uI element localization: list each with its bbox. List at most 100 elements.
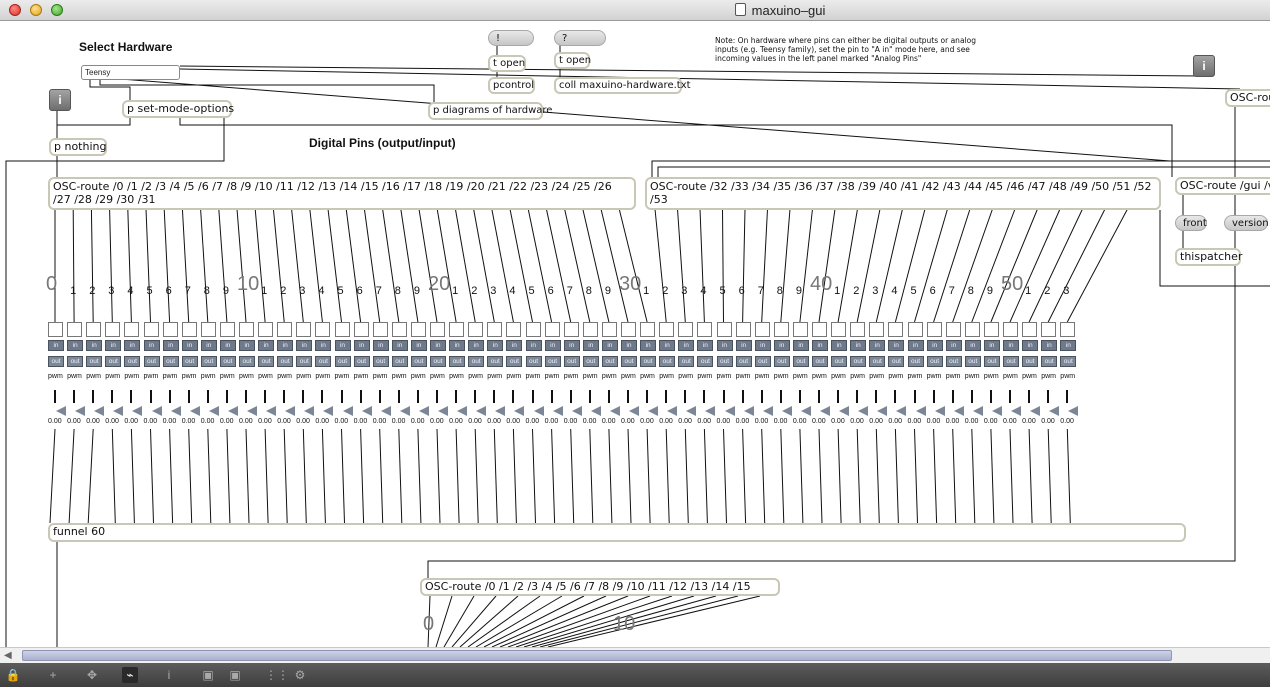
pin-out-button[interactable]: out [525, 356, 542, 367]
pin-in-button[interactable]: in [983, 340, 1000, 351]
pin-toggle[interactable] [945, 322, 961, 337]
pin-toggle[interactable] [162, 322, 178, 337]
pin-toggle[interactable] [544, 322, 560, 337]
pwm-slider-knob[interactable] [514, 406, 525, 416]
pin-toggle[interactable] [869, 322, 885, 337]
pin-in-button[interactable]: in [964, 340, 981, 351]
pin-toggle[interactable] [659, 322, 675, 337]
pin-toggle[interactable] [86, 322, 102, 337]
pwm-slider-knob[interactable] [56, 406, 66, 416]
pwm-slider-bar[interactable] [837, 390, 840, 403]
pin-in-button[interactable]: in [945, 340, 962, 351]
pwm-slider-bar[interactable] [264, 390, 267, 403]
add-object-icon[interactable]: + [45, 667, 61, 683]
pwm-slider-knob[interactable] [972, 406, 983, 416]
pwm-slider-knob[interactable] [266, 406, 277, 416]
pin-out-button[interactable]: out [640, 356, 657, 367]
pin-toggle[interactable] [621, 322, 636, 337]
pin-out-button[interactable]: out [162, 356, 179, 367]
pin-in-button[interactable]: in [812, 340, 828, 351]
pin-out-button[interactable]: out [907, 356, 924, 367]
pwm-slider-knob[interactable] [151, 406, 162, 416]
pin-out-button[interactable]: out [410, 356, 427, 367]
pwm-slider-bar[interactable] [111, 390, 114, 403]
pwm-slider-bar[interactable] [1047, 390, 1050, 403]
pin-out-button[interactable]: out [773, 356, 790, 367]
pin-in-button[interactable]: in [487, 340, 504, 351]
pwm-slider-knob[interactable] [457, 406, 468, 416]
pwm-slider-knob[interactable] [342, 406, 353, 416]
pwm-slider-bar[interactable] [875, 390, 878, 403]
pin-out-button[interactable]: out [735, 356, 752, 367]
pin-toggle[interactable] [640, 322, 656, 337]
info-icon[interactable]: i [49, 89, 71, 111]
pwm-slider-bar[interactable] [92, 390, 95, 403]
pin-toggle[interactable] [850, 322, 866, 337]
osc-route-top[interactable]: OSC-rou [1225, 89, 1270, 107]
pin-out-button[interactable]: out [430, 356, 446, 367]
pwm-slider-knob[interactable] [75, 406, 86, 416]
pin-out-button[interactable]: out [659, 356, 676, 367]
pin-toggle[interactable] [334, 322, 350, 337]
pin-out-button[interactable]: out [449, 356, 466, 367]
osc-route-gui[interactable]: OSC-route /gui /v [1175, 177, 1270, 195]
pin-toggle[interactable] [67, 322, 83, 337]
horizontal-scrollbar[interactable]: ◀ [0, 647, 1270, 663]
pin-in-button[interactable]: in [372, 340, 389, 351]
pwm-slider-bar[interactable] [970, 390, 973, 403]
pwm-slider-knob[interactable] [858, 406, 869, 416]
pwm-slider-bar[interactable] [302, 390, 305, 403]
p-nothing[interactable]: p nothing [49, 138, 107, 156]
pin-out-button[interactable]: out [277, 356, 294, 367]
pin-toggle[interactable] [1003, 322, 1018, 337]
pin-toggle[interactable] [754, 322, 770, 337]
pin-in-button[interactable]: in [449, 340, 466, 351]
pwm-slider-bar[interactable] [703, 390, 706, 403]
pin-toggle[interactable] [792, 322, 808, 337]
pin-out-button[interactable]: out [143, 356, 160, 367]
pin-out-button[interactable]: out [926, 356, 943, 367]
pwm-slider-knob[interactable] [629, 406, 639, 416]
p-set-mode-options[interactable]: p set-mode-options [122, 100, 234, 118]
pin-toggle[interactable] [200, 322, 216, 337]
pin-toggle[interactable] [353, 322, 369, 337]
pwm-slider-bar[interactable] [951, 390, 954, 403]
pin-toggle[interactable] [105, 322, 121, 337]
pin-out-button[interactable]: out [812, 356, 828, 367]
pwm-slider-bar[interactable] [1028, 390, 1031, 403]
pwm-slider-knob[interactable] [476, 406, 487, 416]
pin-toggle[interactable] [124, 322, 140, 337]
pwm-slider-knob[interactable] [438, 406, 448, 416]
pin-out-button[interactable]: out [1003, 356, 1019, 367]
pwm-slider-bar[interactable] [73, 390, 76, 403]
pwm-slider-knob[interactable] [495, 406, 506, 416]
pwm-slider-bar[interactable] [436, 390, 438, 403]
pwm-slider-knob[interactable] [1011, 406, 1021, 416]
pin-toggle[interactable] [487, 322, 503, 337]
pwm-slider-knob[interactable] [304, 406, 315, 416]
pin-out-button[interactable]: out [1041, 356, 1058, 367]
pin-toggle[interactable] [315, 322, 331, 337]
pin-toggle[interactable] [716, 322, 732, 337]
pwm-slider-bar[interactable] [798, 390, 801, 403]
pwm-slider-knob[interactable] [609, 406, 620, 416]
osc-route-analog[interactable]: OSC-route /0 /1 /2 /3 /4 /5 /6 /7 /8 /9 … [420, 578, 780, 596]
pin-in-button[interactable]: in [640, 340, 657, 351]
pwm-slider-knob[interactable] [724, 406, 735, 416]
pwm-slider-bar[interactable] [989, 390, 992, 403]
pin-in-button[interactable]: in [601, 340, 618, 351]
pwm-slider-bar[interactable] [646, 390, 649, 403]
pwm-slider-knob[interactable] [896, 406, 907, 416]
pin-out-button[interactable]: out [239, 356, 255, 367]
pwm-slider-bar[interactable] [627, 390, 629, 403]
pwm-slider-bar[interactable] [531, 390, 534, 403]
pin-in-button[interactable]: in [181, 340, 198, 351]
pin-in-button[interactable]: in [659, 340, 676, 351]
pwm-slider-bar[interactable] [225, 390, 228, 403]
pwm-slider-bar[interactable] [455, 390, 458, 403]
pin-in-button[interactable]: in [544, 340, 561, 351]
pwm-slider-knob[interactable] [247, 406, 257, 416]
pin-in-button[interactable]: in [888, 340, 905, 351]
pin-out-button[interactable]: out [296, 356, 313, 367]
pwm-slider-bar[interactable] [206, 390, 209, 403]
